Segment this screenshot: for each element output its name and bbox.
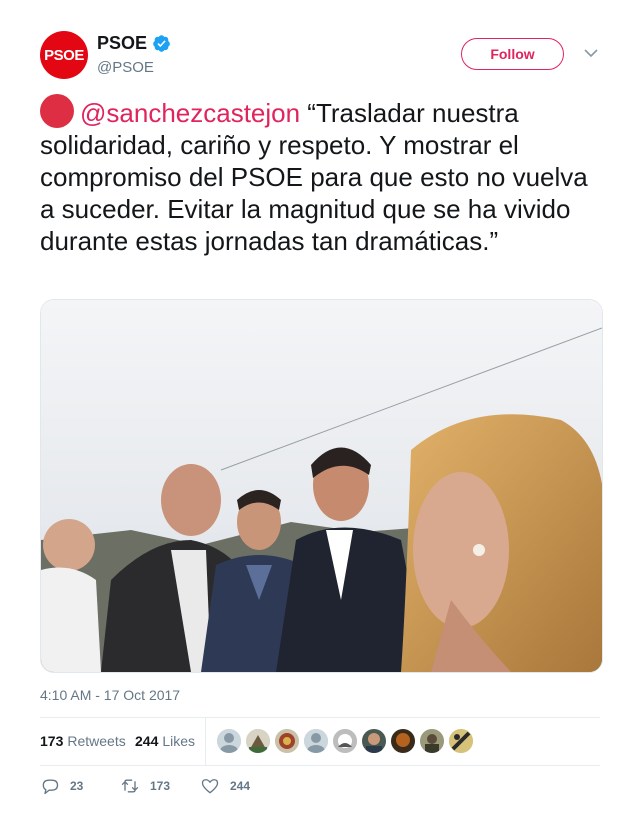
retweets-count: 173 — [40, 733, 64, 749]
likes-stat[interactable]: 244 Likes — [135, 733, 195, 749]
liker-avatar[interactable] — [333, 729, 357, 753]
retweet-count: 173 — [150, 779, 171, 793]
retweets-stat[interactable]: 173 Retweets — [40, 733, 126, 749]
liker-avatar[interactable] — [217, 729, 241, 753]
liker-avatar[interactable] — [420, 729, 444, 753]
tweet-actions: 23 173 244 — [40, 776, 600, 798]
likes-label: Likes — [162, 733, 196, 749]
liker-avatar[interactable] — [391, 729, 415, 753]
heart-icon — [201, 779, 219, 794]
reply-count: 23 — [70, 779, 84, 793]
account-handle[interactable]: @PSOE — [97, 59, 154, 76]
mention-link[interactable]: @sanchezcastejon — [80, 98, 300, 128]
liker-avatar[interactable] — [304, 729, 328, 753]
reply-button[interactable]: 23 — [40, 776, 83, 796]
retweet-button[interactable]: 173 — [120, 776, 170, 796]
liker-avatars — [217, 729, 473, 753]
tweet-card: PSOE PSOE @PSOE Follow @sanchezcastejon … — [0, 0, 640, 826]
retweets-label: Retweets — [67, 733, 126, 749]
liker-avatar[interactable] — [449, 729, 473, 753]
liker-avatar[interactable] — [362, 729, 386, 753]
avatar-logo-text: PSOE — [44, 46, 84, 64]
tweet-text: @sanchezcastejon “Trasladar nuestra soli… — [40, 94, 600, 257]
reply-icon — [42, 779, 59, 795]
like-count: 244 — [230, 779, 251, 793]
liker-avatar[interactable] — [246, 729, 270, 753]
photo-image — [41, 300, 602, 672]
account-name-row[interactable]: PSOE — [97, 33, 171, 54]
likes-count: 244 — [135, 733, 159, 749]
verified-badge-icon — [153, 35, 170, 52]
tweet-stats: 173 Retweets 244 Likes — [40, 717, 600, 766]
account-avatar[interactable]: PSOE — [40, 31, 88, 79]
tweet-photo[interactable] — [40, 299, 603, 673]
tweet-timestamp[interactable]: 4:10 AM - 17 Oct 2017 — [40, 687, 180, 703]
display-name[interactable]: PSOE — [97, 33, 147, 54]
stats-divider — [205, 718, 206, 765]
liker-avatar[interactable] — [275, 729, 299, 753]
chevron-down-icon[interactable] — [584, 48, 598, 58]
follow-button[interactable]: Follow — [461, 38, 564, 70]
retweet-icon — [121, 779, 139, 793]
like-button[interactable]: 244 — [200, 776, 250, 796]
red-circle-emoji-icon — [40, 94, 74, 128]
